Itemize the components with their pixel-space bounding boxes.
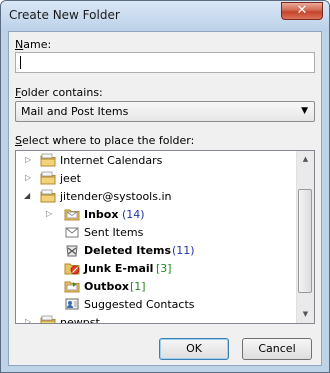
name-label: Name: bbox=[15, 38, 52, 51]
folder-icon bbox=[40, 153, 56, 167]
dialog-body: Name: Folder contains: Mail and Post Ite… bbox=[8, 31, 322, 366]
tree-item-internet-calendars[interactable]: ▷ Internet Calendars bbox=[16, 152, 298, 170]
tree-item-junk-email[interactable]: Junk E-mail [3] bbox=[16, 260, 298, 278]
unread-count: (14) bbox=[122, 208, 145, 221]
chevron-down-icon: ▼ bbox=[301, 106, 308, 116]
tree-item-outbox[interactable]: Outbox [1] bbox=[16, 278, 298, 296]
tree-item-jeet[interactable]: ▷ jeet bbox=[16, 170, 298, 188]
item-count: [3] bbox=[156, 262, 172, 275]
deleted-items-icon bbox=[66, 245, 78, 257]
contacts-icon bbox=[65, 298, 79, 310]
tree-item-label: Outbox bbox=[84, 280, 129, 293]
close-button[interactable]: ✕ bbox=[281, 2, 323, 20]
folder-contains-label: Folder contains: bbox=[15, 86, 103, 99]
expand-icon[interactable]: ▷ bbox=[46, 209, 52, 218]
tree-item-deleted-items[interactable]: Deleted Items (11) bbox=[16, 242, 298, 260]
tree-item-suggested-contacts[interactable]: Suggested Contacts bbox=[16, 296, 298, 314]
location-label: Select where to place the folder: bbox=[15, 134, 195, 147]
scroll-down-icon[interactable]: ▼ bbox=[297, 306, 314, 323]
tree-item-inbox[interactable]: ▷ Inbox (14) bbox=[16, 206, 298, 224]
inbox-icon bbox=[64, 209, 80, 221]
expand-icon[interactable]: ▷ bbox=[25, 317, 31, 323]
folder-icon bbox=[40, 171, 56, 185]
expand-icon[interactable]: ▷ bbox=[25, 173, 31, 182]
folder-contains-select[interactable]: Mail and Post Items ▼ bbox=[15, 101, 315, 122]
name-input[interactable] bbox=[15, 52, 315, 73]
folder-tree[interactable]: ▷ Internet Calendars ▷ jeet ◢ jitender@s… bbox=[15, 150, 315, 324]
unread-count: (11) bbox=[172, 244, 195, 257]
tree-item-label: Inbox bbox=[84, 208, 119, 221]
create-new-folder-dialog: Create New Folder ✕ Name: Folder contain… bbox=[0, 0, 330, 373]
ok-button[interactable]: OK bbox=[159, 338, 229, 360]
outbox-icon bbox=[64, 281, 80, 293]
junk-email-icon bbox=[64, 263, 80, 275]
folder-icon bbox=[40, 315, 56, 323]
cancel-button[interactable]: Cancel bbox=[242, 338, 312, 360]
text-caret bbox=[20, 56, 21, 69]
vertical-scrollbar[interactable]: ▲ ▼ bbox=[296, 151, 314, 323]
title-bar: Create New Folder ✕ bbox=[1, 1, 329, 31]
tree-item-mailbox[interactable]: ◢ jitender@systools.in bbox=[16, 188, 298, 206]
tree-item-newpst[interactable]: ▷ newpst bbox=[16, 314, 298, 324]
item-count: [1] bbox=[130, 280, 146, 293]
tree-item-label: jitender@systools.in bbox=[60, 190, 172, 203]
tree-item-label: newpst bbox=[60, 316, 100, 324]
tree-item-label: Internet Calendars bbox=[60, 154, 163, 167]
sent-items-icon bbox=[65, 227, 79, 238]
tree-item-sent-items[interactable]: Sent Items bbox=[16, 224, 298, 242]
tree-item-label: Suggested Contacts bbox=[84, 298, 195, 311]
folder-icon bbox=[40, 189, 56, 203]
scrollbar-thumb[interactable] bbox=[298, 189, 312, 293]
tree-item-label: jeet bbox=[60, 172, 81, 185]
scroll-up-icon[interactable]: ▲ bbox=[297, 151, 314, 168]
tree-item-label: Deleted Items bbox=[84, 244, 172, 257]
folder-contains-value: Mail and Post Items bbox=[21, 105, 129, 118]
tree-item-label: Sent Items bbox=[84, 226, 144, 239]
tree-item-label: Junk E-mail bbox=[84, 262, 154, 275]
collapse-icon[interactable]: ◢ bbox=[24, 191, 30, 200]
window-title: Create New Folder bbox=[9, 8, 120, 22]
expand-icon[interactable]: ▷ bbox=[25, 155, 31, 164]
